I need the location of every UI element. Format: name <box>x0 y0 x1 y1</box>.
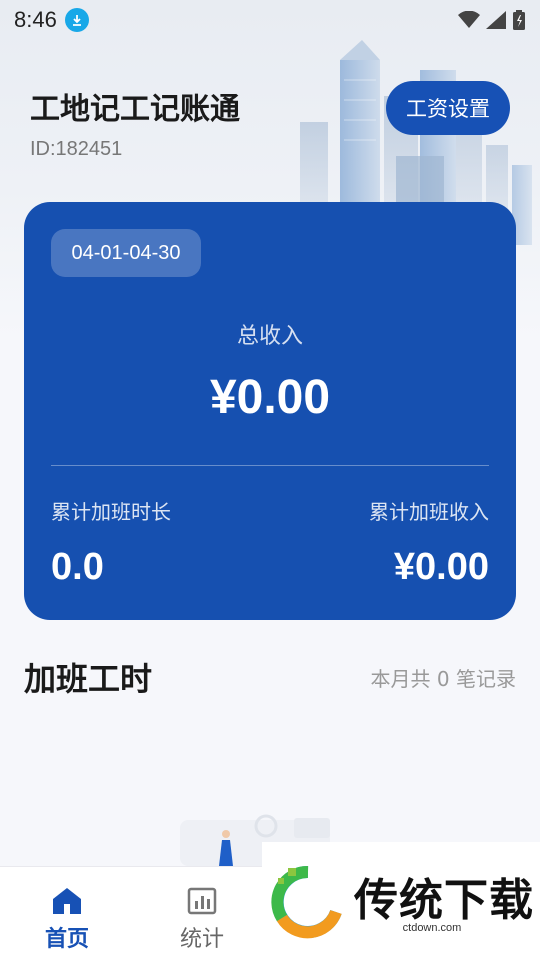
overtime-income-value: ¥0.00 <box>393 546 489 588</box>
watermark: 传统下载 ctdown.com <box>262 842 540 960</box>
status-time: 8:46 <box>14 7 57 32</box>
overtime-hours-value: 0.0 <box>51 546 104 588</box>
overtime-income-label: 累计加班收入 <box>369 500 489 524</box>
battery-icon <box>513 10 525 30</box>
card-divider <box>51 465 489 466</box>
watermark-logo-icon <box>271 865 342 939</box>
nav-item-stats[interactable]: 统计 <box>162 887 242 953</box>
total-income-value: ¥0.00 <box>209 371 331 424</box>
salary-settings-button[interactable]: 工资设置 <box>386 81 510 135</box>
wifi-icon <box>458 11 480 28</box>
chart-icon <box>187 887 217 915</box>
screen: 8:46 工地记工记账通 ID:182451 工资设置 04-01-04-30 … <box>0 0 540 960</box>
nav-label-home: 首页 <box>44 927 89 952</box>
record-count: 本月共 0 笔记录 <box>370 667 516 691</box>
total-income-label: 总收入 <box>236 324 303 349</box>
app-title: 工地记工记账通 <box>30 92 240 127</box>
user-id: ID:182451 <box>30 138 123 160</box>
nav-item-home[interactable]: 首页 <box>27 887 107 953</box>
home-icon <box>53 888 81 914</box>
section-title: 加班工时 <box>24 660 153 698</box>
nav-label-stats: 统计 <box>179 927 224 952</box>
watermark-brand-text: 传统下载 <box>354 875 534 926</box>
income-summary-card: 04-01-04-30 总收入 ¥0.00 累计加班时长 累计加班收入 0.0 … <box>24 202 516 620</box>
status-bar: 8:46 <box>0 0 540 40</box>
watermark-url: ctdown.com <box>402 922 462 934</box>
signal-icon <box>486 11 506 29</box>
date-range-selector[interactable]: 04-01-04-30 <box>51 229 201 277</box>
overtime-hours-label: 累计加班时长 <box>51 500 171 524</box>
download-icon <box>64 8 89 32</box>
status-icons <box>458 10 526 30</box>
